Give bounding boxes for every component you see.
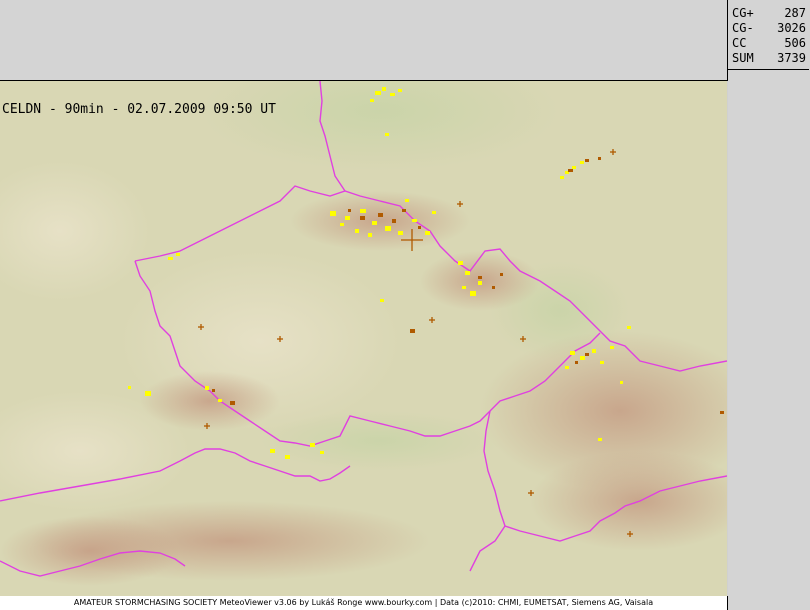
footer-credits: AMATEUR STORMCHASING SOCIETY MeteoViewer…	[0, 596, 728, 610]
stat-label: CG-	[732, 21, 754, 35]
stat-value: 506	[784, 36, 806, 50]
stat-label: CC	[732, 36, 747, 50]
statistics-sidebar: CG+ 287 CG- 3026 CC 506 SUM 3739	[728, 0, 810, 610]
top-toolbar-area	[0, 0, 728, 81]
strike-counts-panel: CG+ 287 CG- 3026 CC 506 SUM 3739	[728, 0, 809, 70]
stat-value: 287	[784, 6, 806, 20]
map-title: CELDN - 90min - 02.07.2009 09:50 UT	[2, 102, 276, 117]
lightning-map[interactable]: CELDN - 90min - 02.07.2009 09:50 UT	[0, 81, 727, 596]
stat-value: 3026	[777, 21, 806, 35]
stat-value: 3739	[777, 51, 806, 65]
stat-label: CG+	[732, 6, 754, 20]
stat-label: SUM	[732, 51, 754, 65]
map-canvas	[0, 81, 727, 596]
